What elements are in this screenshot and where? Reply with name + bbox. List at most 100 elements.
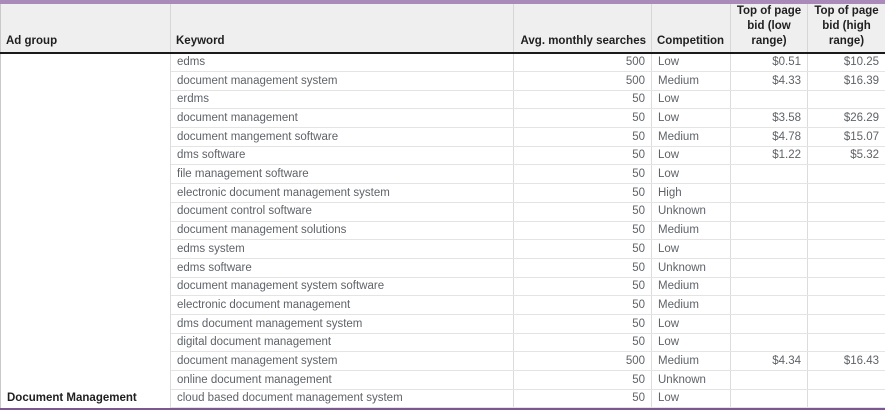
cell-bid-low[interactable]: $1.22 (731, 146, 808, 165)
cell-keyword[interactable]: document management solutions (171, 221, 514, 240)
cell-keyword[interactable]: document management system (171, 352, 514, 371)
cell-keyword[interactable]: dms document management system (171, 314, 514, 333)
cell-bid-low[interactable] (731, 389, 808, 408)
cell-bid-low[interactable] (731, 371, 808, 390)
cell-bid-low[interactable] (731, 314, 808, 333)
cell-competition[interactable]: Medium (652, 221, 731, 240)
cell-ad-group[interactable]: Document Management (1, 389, 171, 408)
cell-bid-low[interactable]: $4.78 (731, 128, 808, 147)
cell-competition[interactable]: Low (652, 146, 731, 165)
cell-ad-group[interactable] (1, 72, 171, 91)
cell-ad-group[interactable] (1, 109, 171, 128)
cell-bid-low[interactable] (731, 202, 808, 221)
cell-competition[interactable]: Low (652, 314, 731, 333)
cell-avg-monthly-searches[interactable]: 50 (514, 296, 652, 315)
cell-bid-low[interactable] (731, 277, 808, 296)
cell-avg-monthly-searches[interactable]: 50 (514, 333, 652, 352)
cell-ad-group[interactable] (1, 221, 171, 240)
column-header-ad-group[interactable]: Ad group (1, 4, 171, 53)
cell-bid-high[interactable] (808, 221, 885, 240)
cell-bid-low[interactable] (731, 221, 808, 240)
cell-ad-group[interactable] (1, 314, 171, 333)
cell-bid-high[interactable] (808, 277, 885, 296)
cell-bid-high[interactable]: $15.07 (808, 128, 885, 147)
cell-avg-monthly-searches[interactable]: 50 (514, 371, 652, 390)
cell-bid-high[interactable] (808, 389, 885, 408)
column-header-keyword[interactable]: Keyword (171, 4, 514, 53)
cell-keyword[interactable]: online document management (171, 371, 514, 390)
cell-bid-low[interactable] (731, 165, 808, 184)
cell-bid-high[interactable] (808, 202, 885, 221)
cell-bid-high[interactable] (808, 240, 885, 259)
cell-bid-high[interactable] (808, 165, 885, 184)
cell-avg-monthly-searches[interactable]: 50 (514, 202, 652, 221)
cell-ad-group[interactable] (1, 352, 171, 371)
cell-bid-low[interactable]: $0.51 (731, 53, 808, 72)
cell-bid-high[interactable] (808, 258, 885, 277)
cell-bid-low[interactable]: $4.33 (731, 72, 808, 91)
cell-ad-group[interactable] (1, 184, 171, 203)
cell-keyword[interactable]: document control software (171, 202, 514, 221)
cell-ad-group[interactable] (1, 277, 171, 296)
cell-keyword[interactable]: erdms (171, 90, 514, 109)
cell-ad-group[interactable] (1, 371, 171, 390)
cell-bid-high[interactable]: $26.29 (808, 109, 885, 128)
cell-keyword[interactable]: document management system (171, 72, 514, 91)
cell-bid-high[interactable] (808, 296, 885, 315)
cell-avg-monthly-searches[interactable]: 50 (514, 128, 652, 147)
cell-avg-monthly-searches[interactable]: 50 (514, 389, 652, 408)
cell-ad-group[interactable] (1, 146, 171, 165)
cell-bid-high[interactable] (808, 371, 885, 390)
cell-keyword[interactable]: edms software (171, 258, 514, 277)
cell-avg-monthly-searches[interactable]: 50 (514, 184, 652, 203)
cell-keyword[interactable]: document mangement software (171, 128, 514, 147)
cell-bid-low[interactable] (731, 90, 808, 109)
cell-competition[interactable]: Medium (652, 296, 731, 315)
cell-avg-monthly-searches[interactable]: 500 (514, 72, 652, 91)
cell-bid-low[interactable] (731, 258, 808, 277)
cell-bid-low[interactable] (731, 240, 808, 259)
cell-bid-high[interactable]: $10.25 (808, 53, 885, 72)
cell-bid-high[interactable]: $5.32 (808, 146, 885, 165)
cell-bid-high[interactable]: $16.39 (808, 72, 885, 91)
cell-competition[interactable]: Low (652, 53, 731, 72)
cell-avg-monthly-searches[interactable]: 50 (514, 277, 652, 296)
cell-avg-monthly-searches[interactable]: 500 (514, 53, 652, 72)
cell-bid-low[interactable] (731, 296, 808, 315)
cell-competition[interactable]: Unknown (652, 258, 731, 277)
cell-bid-low[interactable]: $4.34 (731, 352, 808, 371)
cell-avg-monthly-searches[interactable]: 50 (514, 258, 652, 277)
cell-avg-monthly-searches[interactable]: 50 (514, 240, 652, 259)
cell-keyword[interactable]: digital document management (171, 333, 514, 352)
cell-competition[interactable]: Medium (652, 128, 731, 147)
cell-ad-group[interactable] (1, 90, 171, 109)
cell-keyword[interactable]: edms system (171, 240, 514, 259)
cell-competition[interactable]: High (652, 184, 731, 203)
cell-bid-high[interactable] (808, 90, 885, 109)
cell-bid-low[interactable] (731, 333, 808, 352)
cell-ad-group[interactable] (1, 333, 171, 352)
cell-bid-high[interactable] (808, 184, 885, 203)
cell-keyword[interactable]: edms (171, 53, 514, 72)
cell-ad-group[interactable] (1, 202, 171, 221)
cell-bid-high[interactable]: $16.43 (808, 352, 885, 371)
cell-keyword[interactable]: file management software (171, 165, 514, 184)
cell-keyword[interactable]: electronic document management (171, 296, 514, 315)
cell-competition[interactable]: Low (652, 333, 731, 352)
cell-keyword[interactable]: dms software (171, 146, 514, 165)
cell-ad-group[interactable] (1, 240, 171, 259)
cell-bid-low[interactable] (731, 184, 808, 203)
cell-bid-high[interactable] (808, 314, 885, 333)
cell-competition[interactable]: Unknown (652, 371, 731, 390)
cell-keyword[interactable]: cloud based document management system (171, 389, 514, 408)
cell-ad-group[interactable] (1, 53, 171, 72)
cell-ad-group[interactable] (1, 258, 171, 277)
cell-ad-group[interactable] (1, 128, 171, 147)
cell-competition[interactable]: Medium (652, 72, 731, 91)
cell-avg-monthly-searches[interactable]: 500 (514, 352, 652, 371)
cell-bid-low[interactable]: $3.58 (731, 109, 808, 128)
cell-competition[interactable]: Unknown (652, 202, 731, 221)
cell-competition[interactable]: Low (652, 90, 731, 109)
column-header-bid-low[interactable]: Top of page bid (low range) (731, 4, 808, 53)
column-header-avg-monthly-searches[interactable]: Avg. monthly searches (514, 4, 652, 53)
